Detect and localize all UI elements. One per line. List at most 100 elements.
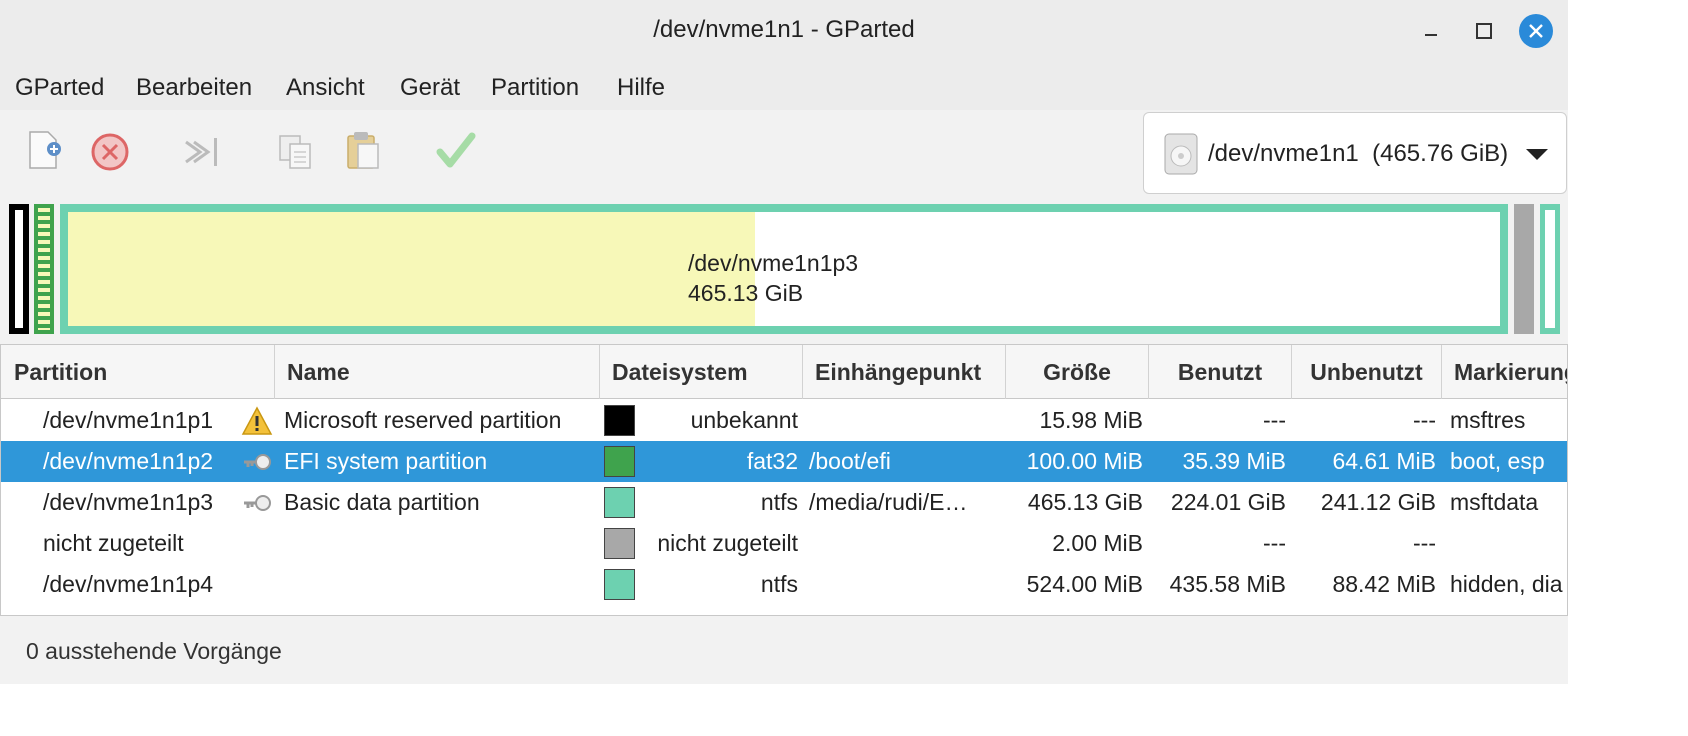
table-row[interactable]: /dev/nvme1n1p3 Basic data partition ntfs/m… bbox=[1, 482, 1567, 523]
minimize-button[interactable] bbox=[1414, 14, 1448, 48]
cell-name: EFI system partition bbox=[284, 448, 488, 474]
cell-name bbox=[284, 523, 596, 564]
segment-label: /dev/nvme1n1p3 bbox=[688, 250, 859, 276]
cell-filesystem: ntfs bbox=[760, 571, 798, 597]
cell-name: Microsoft reserved partition bbox=[284, 407, 562, 433]
cell-unused: 88.42 MiB bbox=[1332, 571, 1436, 597]
delete-icon bbox=[91, 133, 129, 171]
maximize-button[interactable] bbox=[1467, 14, 1501, 48]
new-partition-icon bbox=[29, 131, 61, 169]
col-partition[interactable]: Partition bbox=[1, 345, 275, 399]
table-header: Partition Name Dateisystem Einhängepunkt… bbox=[1, 345, 1567, 399]
warning-icon bbox=[241, 406, 273, 435]
menu-bar: GParted Bearbeiten Ansicht Gerät Partiti… bbox=[0, 62, 1568, 110]
col-filesystem[interactable]: Dateisystem bbox=[600, 345, 803, 399]
filesystem-color-swatch bbox=[604, 569, 635, 600]
pending-operations: 0 ausstehende Vorgänge bbox=[26, 638, 282, 664]
cell-used: 435.58 MiB bbox=[1169, 571, 1286, 597]
device-selector[interactable]: /dev/nvme1n1 (465.76 GiB) bbox=[1143, 112, 1567, 194]
menu-geraet[interactable]: Gerät bbox=[400, 74, 460, 102]
menu-ansicht[interactable]: Ansicht bbox=[286, 74, 365, 102]
segment-nvme1n1p2[interactable] bbox=[34, 204, 54, 334]
table-row[interactable]: /dev/nvme1n1p2 EFI system partition fat32 /… bbox=[1, 441, 1567, 482]
window-title: /dev/nvme1n1 - GParted bbox=[653, 16, 915, 43]
harddisk-icon bbox=[1164, 133, 1198, 175]
resize-move-button[interactable] bbox=[180, 128, 224, 172]
paste-button[interactable] bbox=[342, 128, 386, 172]
cell-used: --- bbox=[1263, 530, 1286, 556]
cell-filesystem: nicht zugeteilt bbox=[657, 530, 798, 556]
segment-size: 465.13 GiB bbox=[688, 280, 804, 306]
cell-mountpoint bbox=[809, 564, 994, 605]
menu-partition[interactable]: Partition bbox=[491, 74, 579, 102]
cell-mountpoint: /boot/efi bbox=[809, 448, 891, 474]
col-size[interactable]: Größe bbox=[1006, 345, 1149, 399]
cell-mountpoint bbox=[809, 400, 994, 441]
key-icon bbox=[244, 495, 271, 511]
new-partition-button[interactable] bbox=[22, 128, 66, 172]
col-unused[interactable]: Unbenutzt bbox=[1292, 345, 1442, 399]
device-label: /dev/nvme1n1 (465.76 GiB) bbox=[1208, 140, 1509, 167]
cell-filesystem: ntfs bbox=[760, 489, 798, 515]
key-icon bbox=[244, 454, 271, 470]
cell-partition: /dev/nvme1n1p1 bbox=[43, 407, 214, 433]
cell-unused: 64.61 MiB bbox=[1332, 448, 1436, 474]
cell-size: 100.00 MiB bbox=[1026, 448, 1143, 474]
segment-unallocated[interactable] bbox=[1514, 204, 1534, 334]
cell-unused: --- bbox=[1413, 407, 1436, 433]
paste-icon bbox=[347, 132, 379, 169]
cell-partition: /dev/nvme1n1p3 bbox=[43, 489, 214, 515]
partition-table: Partition Name Dateisystem Einhängepunkt… bbox=[0, 344, 1568, 616]
cell-filesystem: unbekannt bbox=[690, 407, 798, 433]
cell-flags: msftres bbox=[1450, 407, 1526, 433]
filesystem-color-swatch bbox=[604, 446, 635, 477]
table-row[interactable]: nicht zugeteilt nicht zugeteilt 2.00 MiB --… bbox=[1, 523, 1567, 564]
cell-size: 2.00 MiB bbox=[1052, 530, 1143, 556]
maximize-icon bbox=[1476, 23, 1492, 39]
filesystem-color-swatch bbox=[604, 405, 635, 436]
cell-name bbox=[284, 564, 596, 605]
menu-gparted[interactable]: GParted bbox=[15, 74, 104, 102]
close-icon bbox=[1529, 24, 1543, 38]
copy-button[interactable] bbox=[274, 128, 318, 172]
cell-name: Basic data partition bbox=[284, 489, 480, 515]
cell-size: 524.00 MiB bbox=[1026, 571, 1143, 597]
status-bar: 0 ausstehende Vorgänge bbox=[0, 616, 1568, 684]
title-bar: /dev/nvme1n1 - GParted bbox=[0, 0, 1568, 62]
cell-flags: msftdata bbox=[1450, 489, 1539, 515]
minimize-icon bbox=[1425, 34, 1437, 36]
close-button[interactable] bbox=[1519, 14, 1553, 48]
table-row[interactable]: /dev/nvme1n1p4 ntfs 524.00 MiB 435.58 MiB 88… bbox=[1, 564, 1567, 605]
resize-move-icon bbox=[185, 138, 217, 166]
cell-flags: hidden, dia bbox=[1450, 571, 1563, 597]
cell-flags bbox=[1450, 523, 1567, 564]
filesystem-color-swatch bbox=[604, 487, 635, 518]
segment-nvme1n1p3[interactable]: /dev/nvme1n1p3 465.13 GiB bbox=[60, 204, 1508, 334]
cell-partition: nicht zugeteilt bbox=[43, 530, 184, 556]
cell-partition: /dev/nvme1n1p4 bbox=[43, 571, 214, 597]
apply-button[interactable] bbox=[434, 128, 478, 172]
col-used[interactable]: Benutzt bbox=[1149, 345, 1292, 399]
filesystem-color-swatch bbox=[604, 528, 635, 559]
segment-nvme1n1p4[interactable] bbox=[1540, 204, 1560, 334]
col-flags[interactable]: Markierungen bbox=[1442, 345, 1567, 399]
table-row[interactable]: /dev/nvme1n1p1 Microsoft reserved partiti… bbox=[1, 400, 1567, 441]
col-mountpoint[interactable]: Einhängepunkt bbox=[803, 345, 1006, 399]
cell-size: 465.13 GiB bbox=[1027, 489, 1143, 515]
menu-hilfe[interactable]: Hilfe bbox=[617, 74, 665, 102]
menu-bearbeiten[interactable]: Bearbeiten bbox=[136, 74, 252, 102]
disk-map: /dev/nvme1n1p3 465.13 GiB bbox=[0, 198, 1568, 344]
cell-used: 224.01 GiB bbox=[1170, 489, 1286, 515]
apply-icon bbox=[436, 132, 476, 168]
cell-flags: boot, esp bbox=[1450, 448, 1545, 474]
cell-size: 15.98 MiB bbox=[1039, 407, 1143, 433]
cell-mountpoint bbox=[809, 523, 994, 564]
copy-icon bbox=[279, 135, 311, 169]
cell-partition: /dev/nvme1n1p2 bbox=[43, 448, 214, 474]
background bbox=[1568, 0, 1688, 684]
background bbox=[0, 684, 1688, 736]
col-name[interactable]: Name bbox=[275, 345, 600, 399]
segment-nvme1n1p1[interactable] bbox=[9, 204, 29, 334]
delete-button[interactable] bbox=[88, 128, 132, 172]
chevron-down-icon bbox=[1526, 149, 1548, 160]
